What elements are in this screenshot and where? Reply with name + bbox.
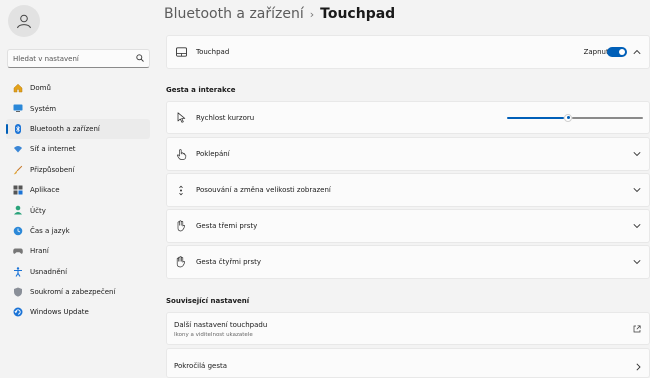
search-input[interactable] xyxy=(13,50,125,67)
four-finger-icon xyxy=(175,256,187,268)
sidebar-item-accessibility[interactable]: Usnadnění xyxy=(6,262,150,282)
chevron-down-icon xyxy=(633,187,641,193)
apps-icon xyxy=(13,185,23,195)
sidebar-item-personalization[interactable]: Přizpůsobení xyxy=(6,160,150,180)
taps-label: Poklepání xyxy=(196,150,230,158)
sidebar-item-time-language[interactable]: Čas a jazyk xyxy=(6,221,150,241)
cursor-speed-label: Rychlost kurzoru xyxy=(196,113,255,122)
sidebar-item-label: Windows Update xyxy=(30,308,89,317)
scroll-zoom-card[interactable]: Posouvání a změna velikosti zobrazení xyxy=(166,173,650,207)
more-touchpad-settings-sub: Ikony a viditelnost ukazatele xyxy=(174,332,253,338)
sidebar-item-accounts[interactable]: Účty xyxy=(6,200,150,220)
sidebar-item-apps[interactable]: Aplikace xyxy=(6,180,150,200)
scroll-zoom-label: Posouvání a změna velikosti zobrazení xyxy=(196,186,331,194)
scroll-zoom-icon xyxy=(175,184,187,196)
accounts-icon xyxy=(13,205,23,215)
user-icon xyxy=(17,14,31,29)
sidebar: Domů Systém Bluetooth a zařízení Síť a i… xyxy=(0,0,158,366)
four-finger-gestures-card[interactable]: Gesta čtyřmi prsty xyxy=(166,245,650,279)
sidebar-item-label: Čas a jazyk xyxy=(30,226,70,235)
sidebar-item-label: Systém xyxy=(30,104,57,113)
user-avatar[interactable] xyxy=(8,5,40,37)
sidebar-item-network[interactable]: Síť a internet xyxy=(6,139,150,159)
advanced-gestures-label: Pokročilá gesta xyxy=(174,362,227,370)
sidebar-item-label: Přizpůsobení xyxy=(30,165,75,174)
sidebar-item-system[interactable]: Systém xyxy=(6,98,150,118)
breadcrumb-current: Touchpad xyxy=(320,6,396,22)
more-touchpad-settings-card[interactable]: Další nastavení touchpadu Ikony a vidite… xyxy=(166,312,650,345)
wifi-icon xyxy=(13,144,23,154)
home-icon xyxy=(13,83,23,93)
three-finger-gestures-label: Gesta třemi prsty xyxy=(196,222,258,230)
sidebar-item-gaming[interactable]: Hraní xyxy=(6,241,150,261)
chevron-right-icon xyxy=(636,363,641,371)
sidebar-item-label: Usnadnění xyxy=(30,267,68,276)
sidebar-item-windows-update[interactable]: Windows Update xyxy=(6,302,150,322)
tap-icon xyxy=(175,148,187,160)
page-title: Bluetooth a zařízení › Touchpad xyxy=(164,6,395,22)
touchpad-toggle[interactable] xyxy=(607,47,627,57)
sidebar-item-label: Bluetooth a zařízení xyxy=(30,124,100,133)
time-language-icon xyxy=(13,226,23,236)
more-touchpad-settings-label: Další nastavení touchpadu xyxy=(174,321,268,329)
update-icon xyxy=(13,307,23,317)
touchpad-card: Touchpad Zapnuto xyxy=(166,35,650,69)
sidebar-item-label: Hraní xyxy=(30,247,49,256)
cursor-speed-card: Rychlost kurzoru xyxy=(166,101,650,134)
sidebar-item-home[interactable]: Domů xyxy=(6,78,150,98)
sidebar-nav: Domů Systém Bluetooth a zařízení Síť a i… xyxy=(6,78,150,323)
advanced-gestures-card[interactable]: Pokročilá gesta xyxy=(166,348,650,378)
shield-icon xyxy=(13,287,23,297)
cursor-speed-slider[interactable] xyxy=(507,113,643,122)
sidebar-item-label: Domů xyxy=(30,84,51,93)
brush-icon xyxy=(13,165,23,175)
sidebar-item-label: Aplikace xyxy=(30,186,60,195)
system-icon xyxy=(13,103,23,113)
slider-thumb[interactable] xyxy=(564,113,572,122)
chevron-up-icon[interactable] xyxy=(633,49,641,55)
related-settings-heading: Související nastavení xyxy=(166,297,250,305)
gestures-heading: Gesta a interakce xyxy=(166,86,236,94)
slider-track-rest xyxy=(572,116,643,119)
sidebar-item-label: Účty xyxy=(30,206,46,215)
chevron-down-icon xyxy=(633,259,641,265)
sidebar-item-label: Soukromí a zabezpečení xyxy=(30,288,116,297)
sidebar-item-privacy[interactable]: Soukromí a zabezpečení xyxy=(6,282,150,302)
sidebar-item-label: Síť a internet xyxy=(30,145,76,154)
four-finger-gestures-label: Gesta čtyřmi prsty xyxy=(196,258,261,266)
slider-track-fill xyxy=(507,116,564,119)
taps-card[interactable]: Poklepání xyxy=(166,137,650,171)
three-finger-gestures-card[interactable]: Gesta třemi prsty xyxy=(166,209,650,243)
bluetooth-icon xyxy=(13,123,23,134)
accessibility-icon xyxy=(13,266,23,277)
breadcrumb-separator: › xyxy=(309,8,315,21)
chevron-down-icon xyxy=(633,151,641,157)
cursor-icon xyxy=(175,112,187,124)
sidebar-item-bluetooth[interactable]: Bluetooth a zařízení xyxy=(6,118,150,140)
external-link-icon xyxy=(633,324,641,332)
breadcrumb-parent[interactable]: Bluetooth a zařízení xyxy=(164,6,304,22)
search-icon xyxy=(136,54,144,62)
three-finger-icon xyxy=(175,220,187,232)
settings-search-box[interactable] xyxy=(7,49,150,68)
chevron-down-icon xyxy=(633,223,641,229)
gaming-icon xyxy=(13,246,23,256)
touchpad-icon xyxy=(175,46,187,58)
touchpad-label: Touchpad xyxy=(196,48,230,56)
